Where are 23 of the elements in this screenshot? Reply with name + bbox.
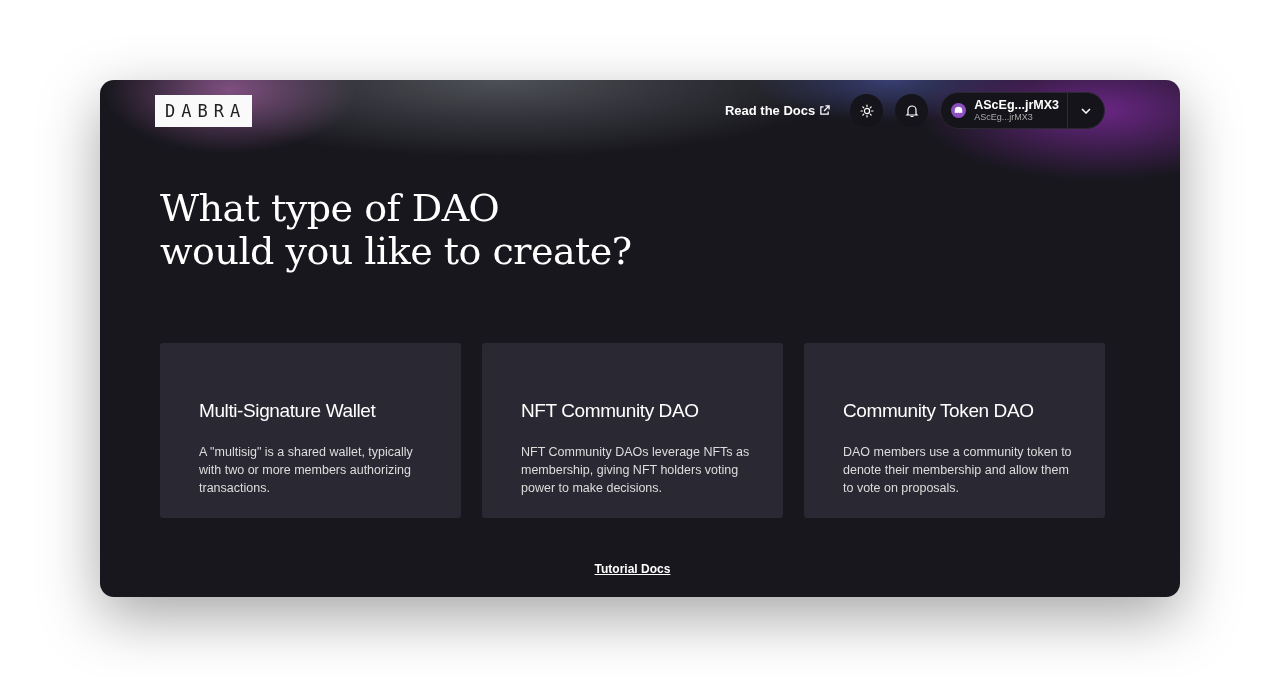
logo[interactable]: DABRA bbox=[155, 94, 253, 127]
card-description: NFT Community DAOs leverage NFTs as membership, giving NFT holders voting power to make decisions. bbox=[521, 443, 751, 497]
read-docs-link[interactable]: Read the Docs bbox=[724, 100, 831, 121]
chevron-down-icon bbox=[1081, 107, 1091, 114]
external-link-icon bbox=[819, 105, 831, 116]
bell-icon bbox=[904, 103, 919, 118]
card-title: Community Token DAO bbox=[843, 400, 1035, 423]
card-title: NFT Community DAO bbox=[521, 400, 700, 423]
theme-toggle-button[interactable] bbox=[850, 94, 884, 127]
sun-icon bbox=[859, 103, 874, 118]
card-description: A "multisig" is a shared wallet, typically with two or more members authorizing transactions. bbox=[199, 443, 414, 497]
notifications-button[interactable] bbox=[895, 94, 929, 127]
card-description: DAO members use a community token to denote their membership and allow them to vote on proposals. bbox=[843, 443, 1073, 497]
page-heading: What type of DAO would you like to create? bbox=[160, 187, 633, 273]
card-title: Multi-Signature Wallet bbox=[199, 400, 377, 423]
tutorial-docs-link[interactable]: Tutorial Docs bbox=[594, 562, 671, 576]
wallet-name: AScEg...jrMX3 bbox=[974, 98, 1059, 112]
dao-type-card[interactable]: Multi-Signature Wallet A "multisig" is a shared wallet, typically with two or more members authorizing transactions. bbox=[160, 343, 461, 518]
wallet-address: AScEg...jrMX3 bbox=[974, 112, 1034, 123]
dao-type-card[interactable]: Community Token DAO DAO members use a community token to denote their membership and allow them to vote on proposals. bbox=[804, 343, 1105, 518]
wallet-button[interactable]: AScEg...jrMX3 AScEg...jrMX3 bbox=[940, 92, 1105, 129]
dao-type-card[interactable]: NFT Community DAO NFT Community DAOs leverage NFTs as membership, giving NFT holders voting power to make decisions. bbox=[482, 343, 783, 518]
ghost-avatar-icon bbox=[951, 103, 967, 118]
